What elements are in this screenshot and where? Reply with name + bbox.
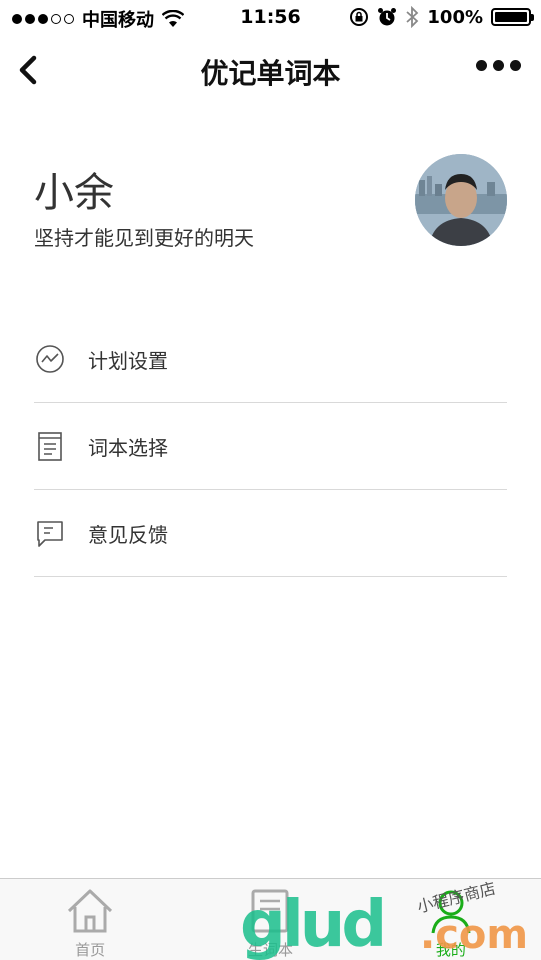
book-icon [34,430,66,462]
status-bar: 中国移动 11:56 100% [0,0,541,36]
tab-label: 首页 [75,941,106,959]
feedback-icon [34,517,66,549]
settings-menu: 计划设置 词本选择 意见反馈 [34,316,507,577]
menu-item-plan-settings[interactable]: 计划设置 [34,316,507,403]
menu-item-label: 意见反馈 [88,522,168,547]
more-dots-icon [476,60,487,71]
battery-icon [491,8,534,26]
battery-percent: 100% [427,6,483,28]
tab-label: 我的 [435,941,466,959]
tab-wordbook[interactable]: 生词本 [180,879,360,960]
avatar[interactable] [415,154,507,246]
home-icon [64,885,116,937]
more-button[interactable] [476,60,521,71]
tab-label: 生词本 [247,941,293,959]
profile-motto: 坚持才能见到更好的明天 [34,226,254,250]
avatar-photo [415,154,507,246]
status-right: 100% [349,6,534,28]
alarm-icon [378,8,397,26]
menu-item-book-select[interactable]: 词本选择 [34,403,507,490]
tab-home[interactable]: 首页 [0,879,180,960]
menu-item-label: 词本选择 [88,435,168,460]
nav-bar: 优记单词本 [0,36,541,106]
user-icon [425,885,477,937]
menu-item-label: 计划设置 [88,348,168,373]
tab-bar: 首页 生词本 我的 [0,878,541,960]
profile-name: 小余 [34,170,114,216]
rotation-lock-icon [350,8,369,26]
plan-chart-icon [34,343,66,375]
page-title: 优记单词本 [200,57,341,90]
bluetooth-icon [406,6,419,28]
wordbook-icon [244,885,296,937]
tab-mine[interactable]: 我的 [361,879,541,960]
menu-item-feedback[interactable]: 意见反馈 [34,490,507,577]
